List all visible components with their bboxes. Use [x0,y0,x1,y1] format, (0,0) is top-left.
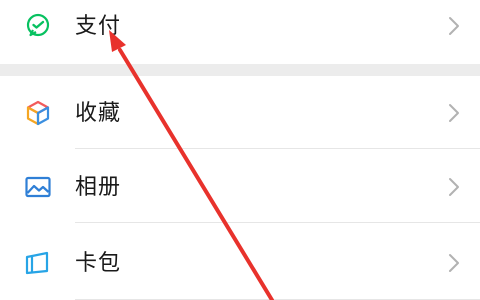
chevron-right-icon [448,253,460,273]
wechat-me-menu: 支付 收藏 相册 卡包 [0,0,480,300]
menu-item-label: 支付 [75,14,122,39]
chevron-right-icon [448,177,460,197]
menu-item-favorites[interactable]: 收藏 [0,76,480,149]
chevron-right-icon [448,16,460,36]
menu-item-label: 卡包 [75,251,122,276]
menu-item-card-wallet[interactable]: 卡包 [0,223,480,300]
card-wallet-icon [24,249,52,277]
menu-item-label: 收藏 [75,101,122,126]
section-separator [0,64,480,76]
menu-item-label: 相册 [75,175,122,200]
chevron-right-icon [448,103,460,123]
menu-item-album[interactable]: 相册 [0,149,480,223]
album-image-icon [24,173,52,201]
wechat-pay-icon [24,12,52,40]
menu-item-pay[interactable]: 支付 [0,0,480,56]
favorites-cube-icon [24,99,52,127]
